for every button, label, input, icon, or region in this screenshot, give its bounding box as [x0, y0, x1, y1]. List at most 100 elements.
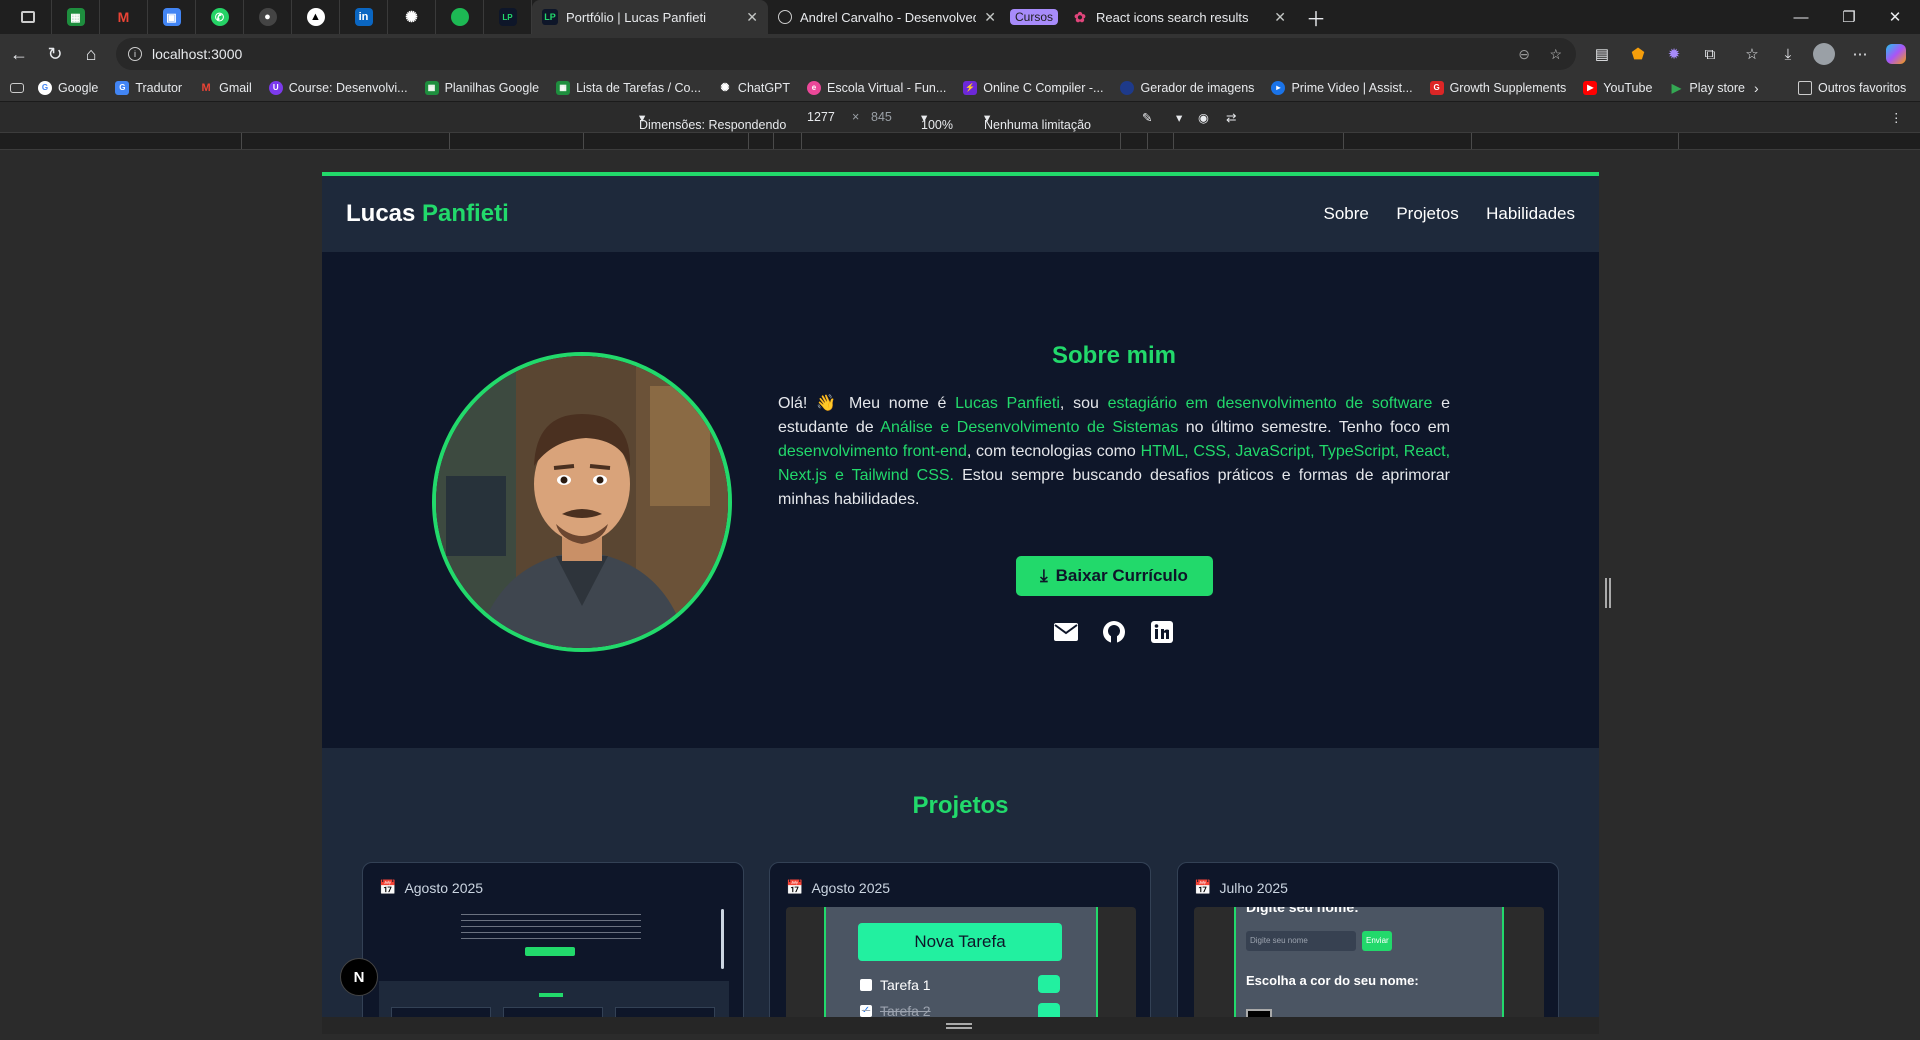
height-input[interactable]: 845	[871, 110, 892, 124]
close-tab-icon[interactable]: ✕	[984, 9, 996, 26]
devtools-more-icon[interactable]: ⋮	[1890, 110, 1903, 125]
chevron-right-icon[interactable]: ›	[1754, 80, 1759, 96]
extension-brave-icon[interactable]: ⬟	[1620, 36, 1656, 72]
bookmark-online-c[interactable]: ⚡ Online C Compiler -...	[963, 80, 1103, 95]
page-menu-icon[interactable]: ⊖	[1518, 46, 1530, 63]
calendar-icon: 📅	[786, 879, 804, 895]
back-button[interactable]: ←	[1, 36, 37, 72]
bookmark-google[interactable]: G Google	[38, 80, 98, 95]
resize-handle-right[interactable]	[1605, 578, 1611, 608]
download-cv-button[interactable]: ⤓ Baixar Currículo	[1015, 556, 1213, 596]
throttle-select[interactable]: Nenhuma limitação ▾	[984, 110, 1091, 132]
site-navbar: Lucas Panfieti Sobre Projetos Habilidade…	[322, 176, 1599, 252]
pinned-tab-github[interactable]: ●	[244, 0, 292, 34]
project-card[interactable]: 📅 Julho 2025 Digite seu nome: Digite seu …	[1177, 862, 1559, 1017]
pinned-tab-linkedin[interactable]: in	[340, 0, 388, 34]
device-viewport-area: Lucas Panfieti Sobre Projetos Habilidade…	[0, 150, 1920, 1040]
info-icon[interactable]: i	[128, 47, 142, 61]
bookmark-escola-virtual[interactable]: e Escola Virtual - Fun...	[807, 80, 946, 95]
site-nav-links: Sobre Projetos Habilidades	[1301, 204, 1576, 224]
project-card[interactable]: 📅 Agosto 2025 Nova Tarefa Tarefa 1 ✓ Taref…	[769, 862, 1151, 1017]
media-query-ruler[interactable]	[0, 132, 1920, 150]
copilot-icon[interactable]	[1878, 36, 1914, 72]
bookmark-gmail[interactable]: M Gmail	[199, 81, 252, 95]
width-input[interactable]: 1277	[807, 110, 835, 124]
other-bookmarks[interactable]: Outros favoritos	[1798, 80, 1906, 95]
star-icon[interactable]: ☆	[1549, 46, 1562, 63]
bookmark-gerador-imagens[interactable]: Gerador de imagens	[1120, 80, 1254, 95]
more-menu-icon[interactable]: ⋯	[1842, 36, 1878, 72]
bookmark-growth[interactable]: G Growth Supplements	[1429, 80, 1566, 95]
bookmark-planilhas[interactable]: ▦ Planilhas Google	[424, 80, 539, 95]
bookmark-chatgpt[interactable]: ✺ ChatGPT	[718, 81, 790, 95]
bookmark-youtube[interactable]: ▶ YouTube	[1583, 80, 1652, 95]
bookmark-lista-tarefas[interactable]: ▦ Lista de Tarefas / Co...	[556, 80, 701, 95]
tab-group-cursos[interactable]: Cursos	[1006, 0, 1062, 34]
address-bar[interactable]: i localhost:3000 ⊖ ☆	[116, 38, 1576, 70]
downloads-icon[interactable]: ⤓	[1770, 36, 1806, 72]
github-icon[interactable]	[1102, 620, 1126, 644]
pinned-tab-gmail[interactable]: M	[100, 0, 148, 34]
nextjs-dev-badge[interactable]: N	[340, 958, 378, 996]
new-tab-button[interactable]: ＋	[1296, 0, 1336, 34]
chatgpt-icon: ✺	[720, 82, 730, 94]
profile-avatar[interactable]	[1806, 36, 1842, 72]
gmail-icon: M	[117, 9, 130, 25]
nav-link-sobre[interactable]: Sobre	[1324, 204, 1369, 223]
escola-icon: e	[807, 80, 822, 95]
zoom-select[interactable]: 100% ▾	[921, 110, 953, 132]
tab-portfolio[interactable]: LP Portfólio | Lucas Panfieti ✕	[532, 0, 768, 34]
eye-icon[interactable]: ◉	[1198, 110, 1209, 125]
pinned-tab-chatgpt[interactable]: ✺	[388, 0, 436, 34]
pinned-tab-spotify[interactable]	[436, 0, 484, 34]
bookmark-play-store[interactable]: ▶ Play store	[1669, 81, 1745, 95]
linkedin-icon[interactable]	[1150, 620, 1174, 644]
nav-link-habilidades[interactable]: Habilidades	[1486, 204, 1575, 223]
bookmark-tradutor[interactable]: G Tradutor	[115, 80, 182, 95]
bookmark-course[interactable]: U Course: Desenvolvi...	[268, 80, 408, 95]
times-symbol: ×	[852, 110, 860, 124]
nav-link-projetos[interactable]: Projetos	[1396, 204, 1458, 223]
extension-gear-icon[interactable]: ✹	[1656, 36, 1692, 72]
pinned-tab-portfolio[interactable]: LP	[484, 0, 532, 34]
chatgpt-icon: ✺	[405, 9, 418, 26]
extension-reader-icon[interactable]: ▤	[1584, 36, 1620, 72]
site-brand[interactable]: Lucas Panfieti	[346, 200, 509, 228]
project-card[interactable]: 📅 Agosto 2025	[362, 862, 744, 1017]
rotate-icon[interactable]: ⇄	[1226, 110, 1236, 125]
pinned-tab-photos[interactable]: ▣	[148, 0, 196, 34]
tab-andrel[interactable]: Andrel Carvalho - Desenvolvedor ✕	[768, 0, 1006, 34]
whatsapp-icon: ✆	[210, 8, 229, 26]
close-tab-icon[interactable]: ✕	[746, 9, 758, 26]
tab-react-icons[interactable]: ✿ React icons search results ✕	[1062, 0, 1296, 34]
restore-button[interactable]: ❐	[1826, 0, 1872, 34]
course-icon: U	[268, 80, 283, 95]
close-tab-icon[interactable]: ✕	[1274, 9, 1286, 26]
eyedropper-icon[interactable]: ✎	[1142, 110, 1152, 125]
bookmark-prime-video[interactable]: ▸ Prime Video | Assist...	[1271, 80, 1413, 95]
pinned-tab-sheets[interactable]: ▦	[52, 0, 100, 34]
tab-title: React icons search results	[1096, 9, 1249, 25]
folder-icon	[1798, 80, 1812, 95]
minimize-button[interactable]: —	[1778, 0, 1824, 34]
pinned-tab-whatsapp[interactable]: ✆	[196, 0, 244, 34]
extensions-icon[interactable]: ⧉	[1692, 36, 1728, 72]
social-links	[778, 620, 1450, 644]
resize-handle-bottom[interactable]	[322, 1017, 1599, 1034]
project-date: 📅 Agosto 2025	[786, 879, 891, 896]
reload-button[interactable]: ↻	[37, 36, 73, 72]
tab-strip: ▦ M ▣ ✆ ● ▲ in ✺ LP LP Portfólio | Lucas…	[0, 0, 1920, 34]
tab-group-label[interactable]: Cursos	[1010, 9, 1059, 25]
sheets-icon: ▦	[424, 80, 439, 95]
tab-actions-button[interactable]	[4, 0, 52, 34]
pinned-tab-notion[interactable]: ▲	[292, 0, 340, 34]
close-window-button[interactable]: ✕	[1872, 0, 1918, 34]
google-icon: G	[38, 80, 52, 95]
more-dropdown-icon[interactable]: ▾	[1176, 110, 1182, 125]
dimensions-select[interactable]: Dimensões: Respondendo ▾	[639, 110, 786, 132]
email-icon[interactable]	[1054, 620, 1078, 644]
favorites-icon[interactable]: ☆	[1734, 36, 1770, 72]
apps-icon[interactable]	[10, 82, 24, 93]
url-text[interactable]: localhost:3000	[152, 46, 242, 62]
home-button[interactable]: ⌂	[73, 36, 109, 72]
